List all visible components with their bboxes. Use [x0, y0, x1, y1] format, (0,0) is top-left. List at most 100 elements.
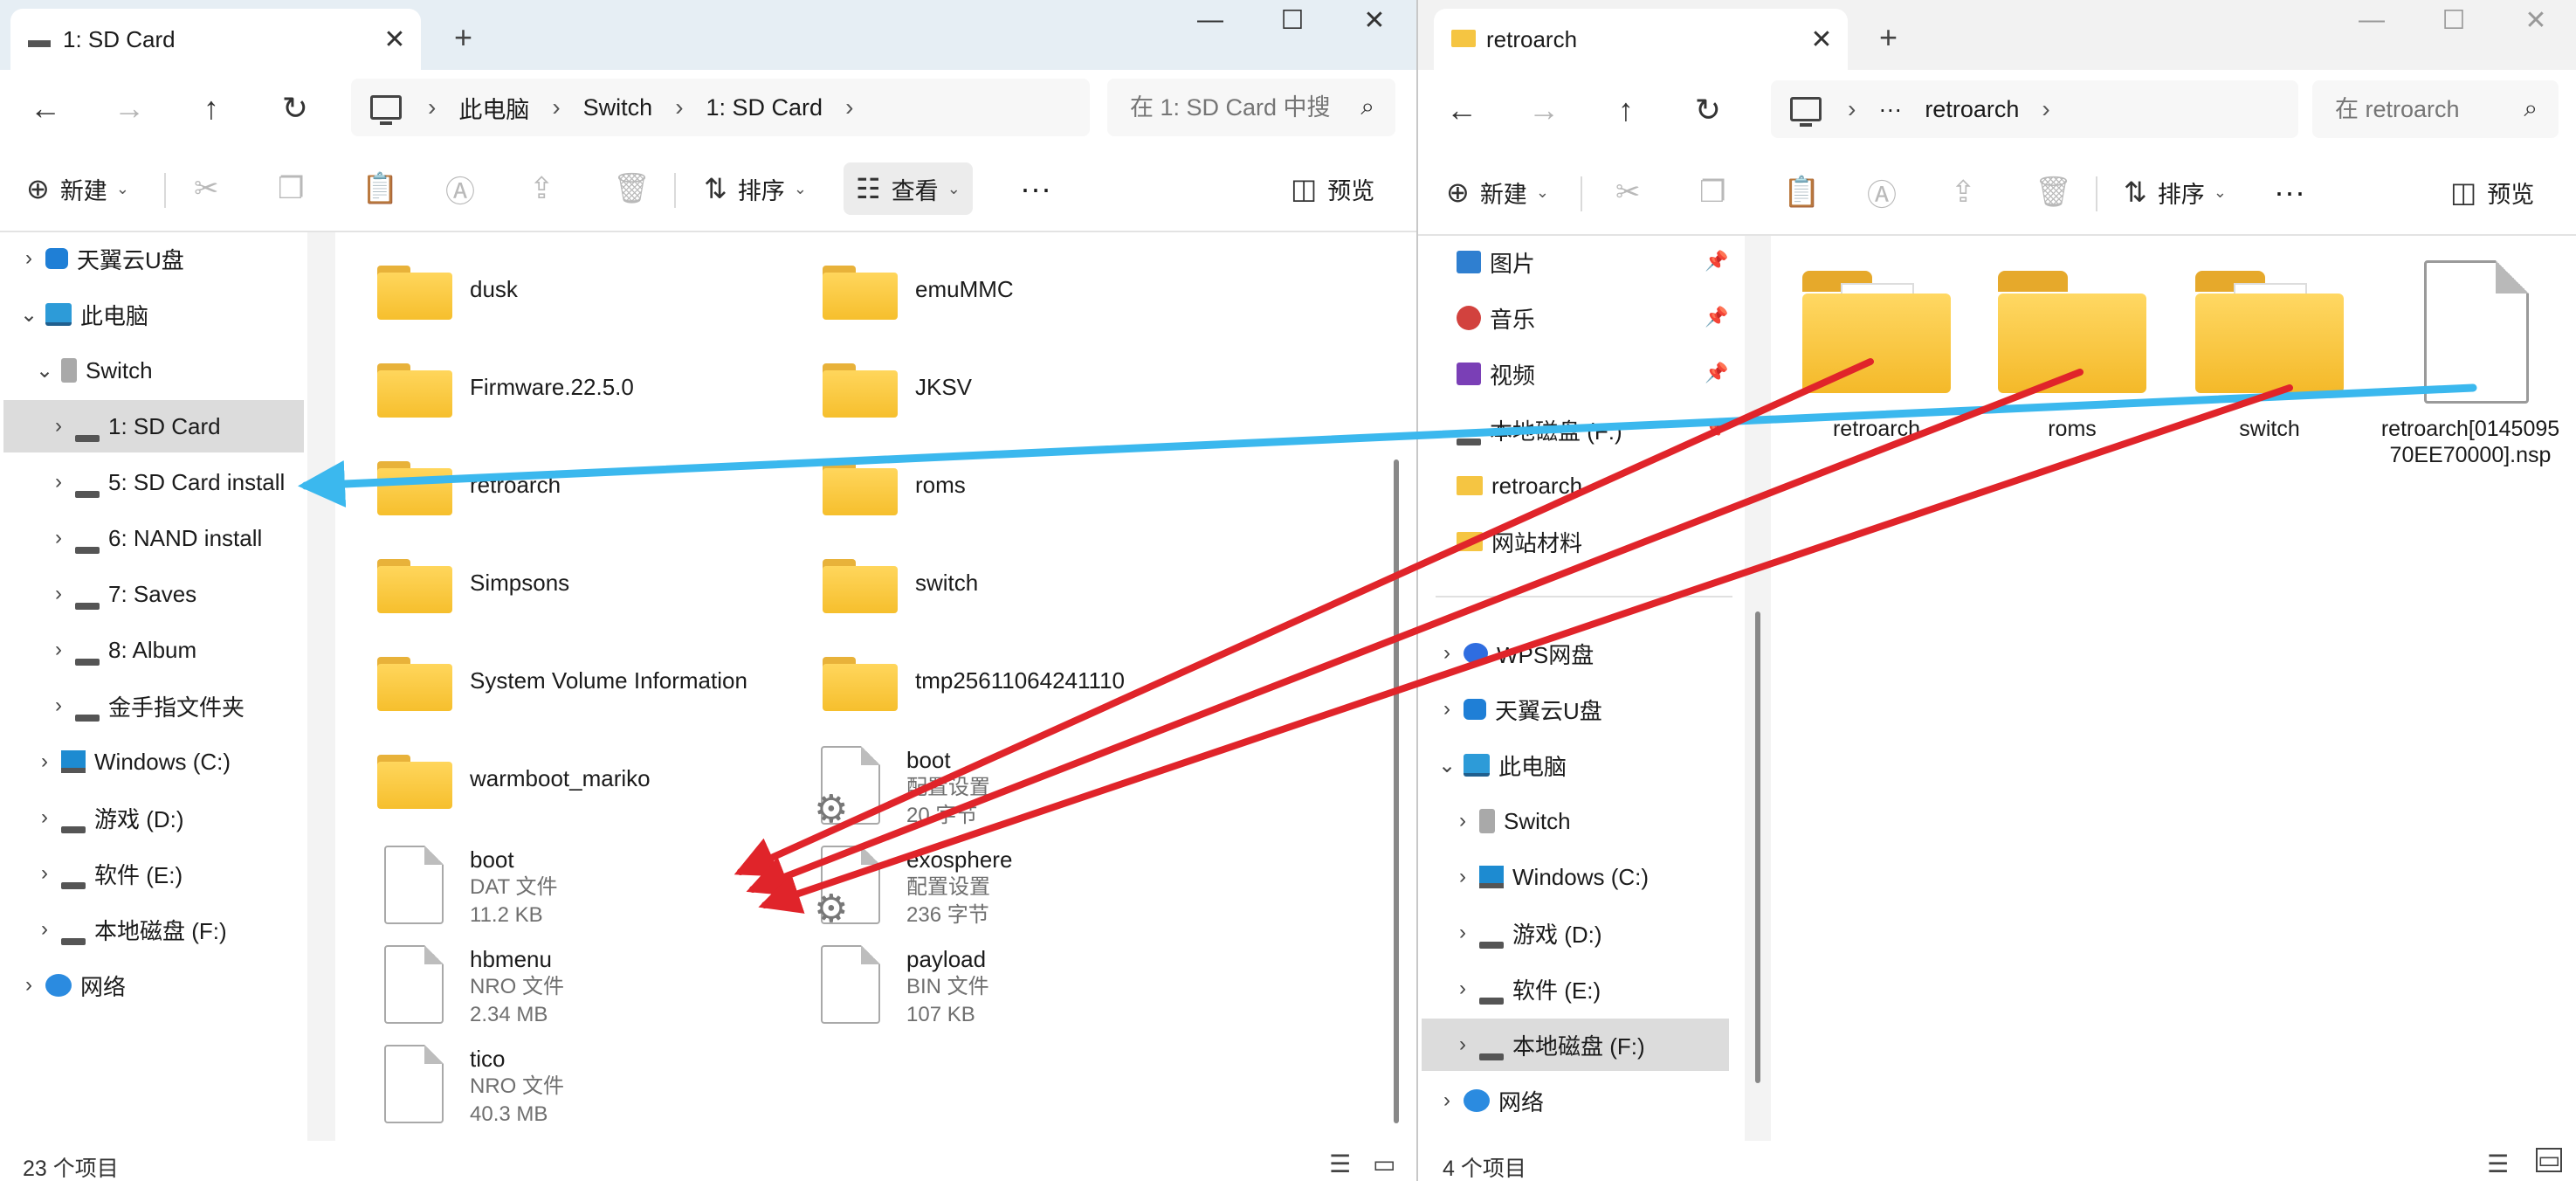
pin-icon[interactable]: 📌: [1705, 250, 1728, 273]
search-input[interactable]: [2333, 94, 2485, 124]
chevron-right-icon[interactable]: ›: [45, 582, 72, 606]
new-tab-button[interactable]: +: [454, 19, 472, 56]
chevron-right-icon[interactable]: ›: [31, 805, 58, 830]
chevron-right-icon[interactable]: ›: [1450, 1033, 1476, 1057]
forward-button[interactable]: →: [1518, 87, 1570, 133]
nav-item-local-disk-f[interactable]: › 本地磁盘 (F:): [31, 903, 227, 956]
pin-icon[interactable]: 📌: [1705, 418, 1728, 440]
nav-scrollbar[interactable]: [1755, 611, 1760, 1083]
share-icon[interactable]: ⇪: [1951, 166, 1976, 218]
tab-sd-card[interactable]: ▬ 1: SD Card ✕: [10, 9, 421, 70]
new-button[interactable]: ⊕ 新建 ⌄: [26, 162, 129, 215]
folder-item[interactable]: Simpsons: [377, 559, 569, 613]
breadcrumb-separator[interactable]: ›: [845, 93, 853, 121]
maximize-button[interactable]: ☐: [1257, 5, 1327, 36]
nav-item-website-materials[interactable]: 网站材料: [1453, 515, 1582, 568]
folder-item[interactable]: tmp25611064241110: [823, 657, 1125, 711]
file-item[interactable]: retroarch[014509570EE70000].nsp: [2372, 236, 2573, 524]
preview-button[interactable]: ◫ 预览: [2450, 166, 2534, 218]
chevron-right-icon[interactable]: ›: [1450, 921, 1476, 945]
nav-item-windows-c[interactable]: › Windows (C:): [1450, 851, 1649, 903]
nav-item-switch[interactable]: ⌄ Switch: [31, 344, 153, 397]
chevron-right-icon[interactable]: ›: [31, 861, 58, 886]
pin-icon[interactable]: 📌: [1705, 306, 1728, 328]
nav-item-tianyi-cloud[interactable]: › 天翼云U盘: [1434, 683, 1602, 736]
breadcrumb-separator[interactable]: ›: [552, 93, 560, 121]
refresh-button[interactable]: ↻: [1682, 87, 1734, 133]
chevron-right-icon[interactable]: ›: [1450, 809, 1476, 833]
nav-item-retroarch[interactable]: retroarch: [1453, 459, 1582, 512]
details-view-icon[interactable]: ☰: [2487, 1150, 2509, 1178]
breadcrumb-separator[interactable]: ›: [428, 93, 436, 121]
chevron-right-icon[interactable]: ›: [31, 917, 58, 942]
chevron-down-icon[interactable]: ⌄: [1434, 753, 1460, 778]
breadcrumb-separator[interactable]: ›: [675, 93, 683, 121]
chevron-right-icon[interactable]: ›: [45, 694, 72, 718]
pin-icon[interactable]: 📌: [1705, 362, 1728, 384]
view-button[interactable]: ☷ 查看 ⌄: [844, 162, 973, 215]
breadcrumb-separator[interactable]: ›: [1848, 95, 1856, 123]
nav-item-wps-cloud[interactable]: › WPS网盘: [1434, 627, 1594, 680]
cut-icon[interactable]: ✂: [194, 162, 219, 215]
folder-item[interactable]: roms: [823, 461, 966, 515]
forward-button[interactable]: →: [103, 86, 155, 131]
nav-item-local-disk-f[interactable]: › 本地磁盘 (F:): [1422, 1019, 1729, 1071]
nav-item-saves[interactable]: › 7: Saves: [45, 568, 196, 620]
chevron-right-icon[interactable]: ›: [1450, 977, 1476, 1001]
chevron-right-icon[interactable]: ›: [45, 638, 72, 662]
nav-item-sd-card-install[interactable]: › 5: SD Card install: [45, 456, 285, 508]
nav-item-album[interactable]: › 8: Album: [45, 624, 196, 676]
rename-icon[interactable]: Ⓐ: [1867, 166, 1897, 218]
close-window-button[interactable]: ✕: [1340, 5, 1409, 36]
chevron-right-icon[interactable]: ›: [16, 973, 42, 998]
nav-item-switch[interactable]: › Switch: [1450, 795, 1571, 847]
chevron-right-icon[interactable]: ›: [1434, 1088, 1460, 1113]
back-button[interactable]: ←: [19, 86, 72, 131]
nav-item-videos[interactable]: 视频: [1453, 348, 1535, 400]
file-item[interactable]: payload BIN 文件 107 KB: [816, 945, 989, 1029]
cut-icon[interactable]: ✂: [1615, 166, 1641, 218]
nav-item-nand-install[interactable]: › 6: NAND install: [45, 512, 262, 564]
folder-item[interactable]: retroarch: [1771, 236, 1963, 454]
folder-item[interactable]: retroarch: [377, 461, 561, 515]
search-icon[interactable]: ⌕: [2524, 94, 2538, 123]
nav-item-this-pc[interactable]: ⌄ 此电脑: [1434, 739, 1567, 791]
chevron-right-icon[interactable]: ›: [16, 246, 42, 271]
back-button[interactable]: ←: [1436, 87, 1488, 133]
folder-item[interactable]: warmboot_mariko: [377, 755, 651, 809]
close-tab-icon[interactable]: ✕: [368, 24, 421, 55]
folder-item[interactable]: switch: [2162, 236, 2354, 454]
nav-item-games-d[interactable]: › 游戏 (D:): [31, 791, 184, 844]
file-item[interactable]: ⚙ exosphere 配置设置 236 字节: [814, 846, 1012, 930]
nav-item-pictures[interactable]: 图片: [1453, 236, 1535, 288]
nav-item-software-e[interactable]: › 软件 (E:): [31, 847, 183, 900]
file-item[interactable]: boot DAT 文件 11.2 KB: [379, 846, 557, 929]
file-item[interactable]: hbmenu NRO 文件 2.34 MB: [379, 945, 564, 1029]
delete-icon[interactable]: 🗑: [613, 162, 651, 215]
nav-item-network[interactable]: › 网络: [16, 959, 126, 1012]
paste-icon[interactable]: 📋: [1783, 166, 1820, 218]
copy-icon[interactable]: ❐: [1699, 166, 1725, 218]
share-icon[interactable]: ⇪: [529, 162, 554, 215]
preview-button[interactable]: ◫ 预览: [1291, 162, 1374, 215]
minimize-button[interactable]: —: [1175, 5, 1245, 35]
search-input[interactable]: [1128, 93, 1341, 122]
breadcrumb-item[interactable]: retroarch: [1925, 96, 2019, 123]
nav-item-games-d[interactable]: › 游戏 (D:): [1450, 907, 1602, 959]
nav-item-local-disk-f-pinned[interactable]: 本地磁盘 (F:): [1453, 404, 1622, 456]
breadcrumb[interactable]: › ··· retroarch ›: [1771, 80, 2298, 138]
more-options-button[interactable]: ···: [2274, 166, 2305, 218]
tab-retroarch[interactable]: retroarch ✕: [1434, 9, 1848, 70]
rename-icon[interactable]: Ⓐ: [445, 162, 475, 215]
nav-item-cheats-folder[interactable]: › 金手指文件夹: [45, 680, 245, 732]
sort-button[interactable]: ⇅ 排序 ⌄: [704, 162, 807, 215]
nav-scroll-track[interactable]: [307, 232, 335, 1141]
paste-icon[interactable]: 📋: [362, 162, 398, 215]
chevron-down-icon[interactable]: ⌄: [16, 302, 42, 328]
breadcrumb-ellipsis[interactable]: ···: [1878, 96, 1902, 123]
breadcrumb-item[interactable]: 1: SD Card: [706, 94, 823, 121]
new-tab-button[interactable]: +: [1879, 19, 1898, 56]
close-tab-icon[interactable]: ✕: [1795, 24, 1848, 55]
file-item[interactable]: tico NRO 文件 40.3 MB: [379, 1045, 564, 1129]
folder-item[interactable]: System Volume Information: [377, 657, 747, 711]
